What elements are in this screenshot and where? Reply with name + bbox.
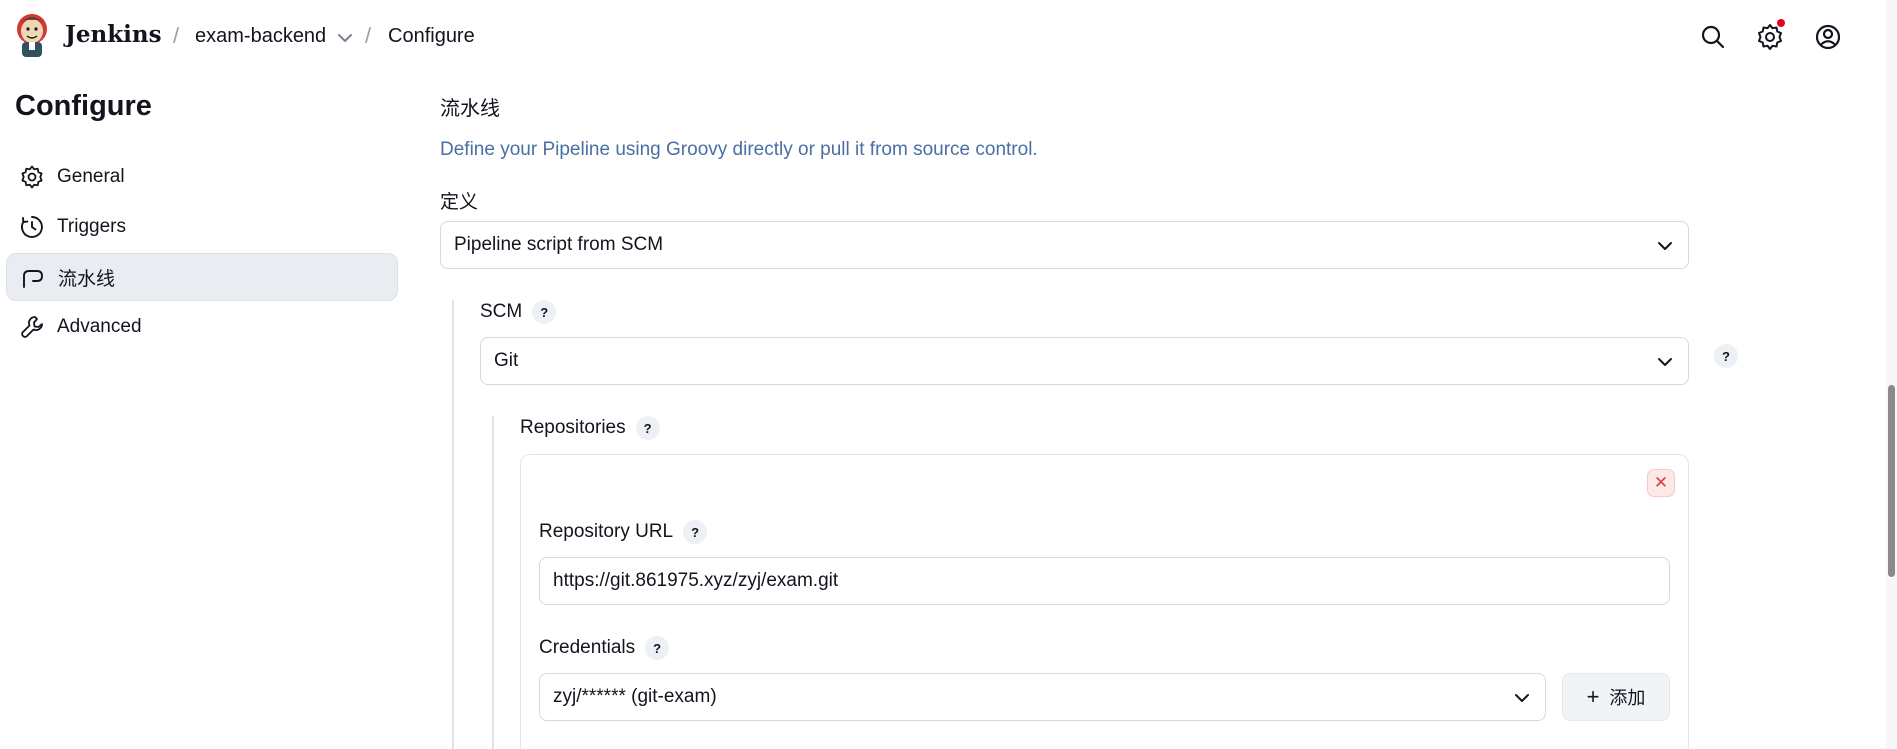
scm-select[interactable]: Git xyxy=(480,337,1689,385)
chevron-down-icon xyxy=(1515,694,1529,702)
top-header: Jenkins / exam-backend / Configure xyxy=(0,0,1897,75)
nested-indent-line xyxy=(492,416,494,749)
chevron-down-icon xyxy=(1658,358,1672,366)
jenkins-logo-icon[interactable] xyxy=(14,13,50,59)
definition-label: 定义 xyxy=(440,187,478,214)
scrollbar-track[interactable] xyxy=(1886,0,1897,749)
breadcrumb-item-job[interactable]: exam-backend xyxy=(195,25,326,48)
chevron-down-icon[interactable] xyxy=(334,27,356,49)
repositories-label-text: Repositories xyxy=(520,417,626,438)
nested-indent-line xyxy=(452,300,454,749)
add-credentials-button[interactable]: + 添加 xyxy=(1562,673,1670,721)
sidebar-item-label: Advanced xyxy=(57,316,142,337)
gear-icon xyxy=(21,165,43,189)
page-title: Configure xyxy=(15,90,152,122)
scrollbar-thumb[interactable] xyxy=(1888,385,1895,577)
notification-dot xyxy=(1777,19,1785,27)
sidebar-item-label: Triggers xyxy=(57,216,126,237)
clock-icon xyxy=(21,216,43,238)
sidebar-item-general[interactable]: General xyxy=(6,153,398,201)
sidebar-item-pipeline[interactable]: 流水线 xyxy=(6,253,398,301)
delete-repository-button[interactable]: ✕ xyxy=(1647,469,1675,497)
section-title-pipeline: 流水线 xyxy=(440,98,500,120)
credentials-select-value: zyj/****** (git-exam) xyxy=(553,686,717,707)
breadcrumb-item-configure[interactable]: Configure xyxy=(388,25,475,48)
sidebar-item-label: General xyxy=(57,166,125,187)
user-account-icon[interactable] xyxy=(1813,22,1843,52)
breadcrumb-separator: / xyxy=(365,23,372,48)
help-icon[interactable]: ? xyxy=(683,520,708,544)
repository-url-label: Repository URL ? xyxy=(539,520,708,544)
help-icon[interactable]: ? xyxy=(532,300,557,324)
definition-select[interactable]: Pipeline script from SCM xyxy=(440,221,1689,269)
help-icon[interactable]: ? xyxy=(645,636,670,660)
repositories-label: Repositories ? xyxy=(520,416,660,440)
chevron-down-icon xyxy=(1658,242,1672,250)
repository-url-input[interactable] xyxy=(539,557,1670,605)
credentials-select[interactable]: zyj/****** (git-exam) xyxy=(539,673,1546,721)
breadcrumb-separator: / xyxy=(173,23,180,48)
scm-label: SCM ? xyxy=(480,300,557,324)
credentials-label: Credentials ? xyxy=(539,636,670,660)
sidebar-item-label: 流水线 xyxy=(58,268,116,290)
definition-label-text: 定义 xyxy=(440,192,479,213)
plus-icon: + xyxy=(1586,684,1600,709)
repository-url-label-text: Repository URL xyxy=(539,521,674,542)
scm-select-value: Git xyxy=(494,350,519,371)
sidebar-item-advanced[interactable]: Advanced xyxy=(6,303,398,351)
definition-select-value: Pipeline script from SCM xyxy=(454,234,664,255)
scm-label-text: SCM xyxy=(480,301,523,322)
section-description: Define your Pipeline using Groovy direct… xyxy=(440,139,1038,160)
help-icon[interactable]: ? xyxy=(1714,344,1738,368)
brand-name[interactable]: Jenkins xyxy=(65,21,162,48)
sidebar-item-triggers[interactable]: Triggers xyxy=(6,203,398,251)
pipeline-icon xyxy=(23,267,43,288)
help-icon[interactable]: ? xyxy=(635,416,660,440)
search-icon[interactable] xyxy=(1698,22,1728,52)
wrench-icon xyxy=(21,316,43,338)
add-credentials-label: 添加 xyxy=(1609,688,1646,708)
credentials-label-text: Credentials xyxy=(539,637,636,658)
